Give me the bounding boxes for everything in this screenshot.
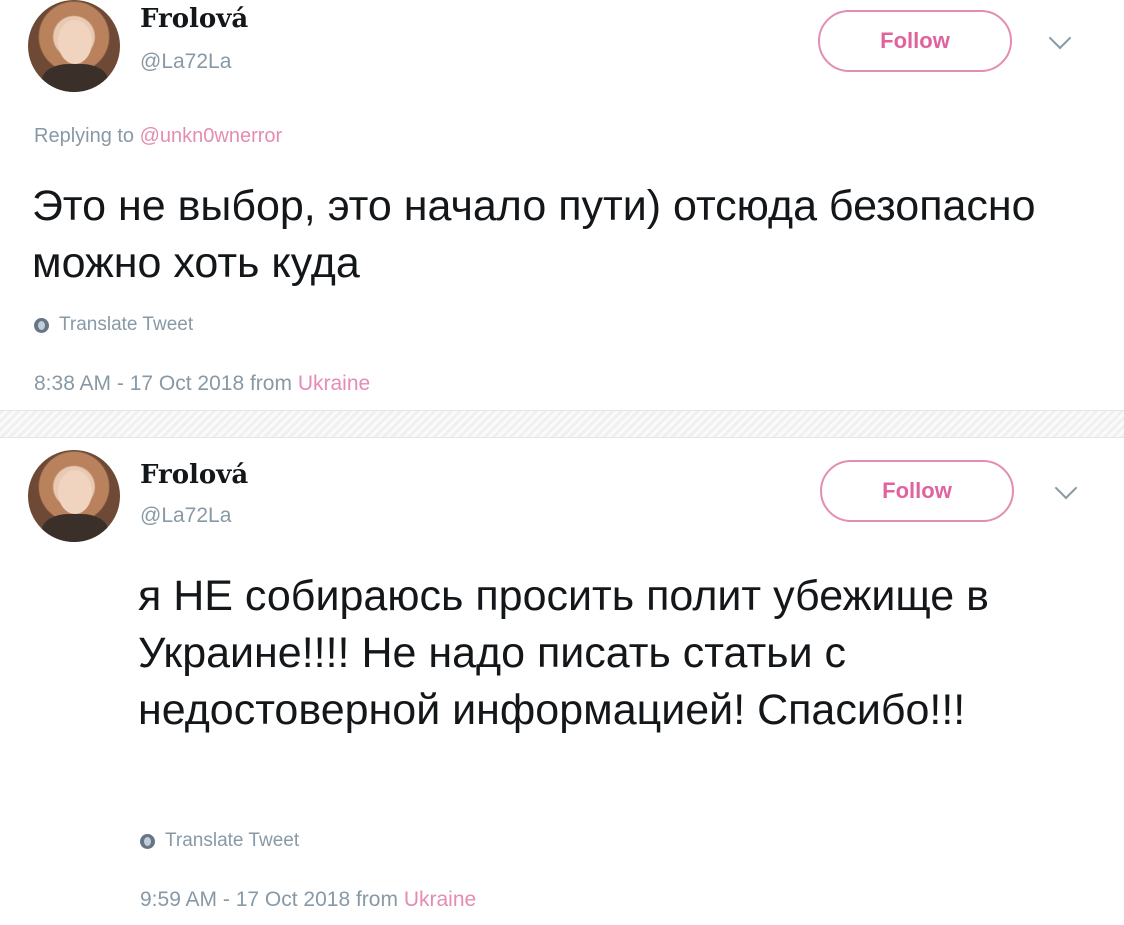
avatar[interactable] [28, 0, 120, 92]
follow-button[interactable]: Follow [820, 460, 1014, 522]
tweet-text: Это не выбор, это начало пути) отсюда бе… [32, 182, 1036, 287]
replying-to-line: Replying to @unkn0wnerror [34, 125, 282, 148]
tweet-2: Frolová @La72La Follow я НЕ собираюсь пр… [0, 438, 1124, 925]
author-name[interactable]: Frolová [140, 460, 248, 490]
tweet-1: Frolová @La72La Follow Replying to @unkn… [0, 0, 1124, 410]
author-handle[interactable]: @La72La [140, 504, 231, 528]
avatar-body [42, 64, 108, 92]
tweet-divider [0, 410, 1124, 438]
globe-icon [34, 317, 49, 333]
author-handle[interactable]: @La72La [140, 50, 231, 74]
follow-button[interactable]: Follow [818, 10, 1012, 72]
tweet-meta: 8:38 AM - 17 Oct 2018 from Ukraine [34, 372, 370, 396]
translate-label: Translate Tweet [59, 314, 194, 335]
avatar-body [42, 514, 108, 542]
translate-label: Translate Tweet [165, 830, 300, 851]
tweet-text: я НЕ собираюсь просить полит убежище в У… [138, 572, 990, 734]
timestamp[interactable]: 9:59 AM - 17 Oct 2018 from [140, 888, 398, 911]
chevron-down-icon[interactable] [1048, 26, 1072, 50]
location-link[interactable]: Ukraine [298, 372, 370, 395]
translate-tweet-button[interactable]: Translate Tweet [34, 314, 193, 336]
chevron-down-icon[interactable] [1054, 476, 1078, 500]
location-link[interactable]: Ukraine [404, 888, 476, 911]
globe-icon [140, 833, 155, 849]
author-name[interactable]: Frolová [140, 4, 248, 34]
avatar[interactable] [28, 450, 120, 542]
timestamp[interactable]: 8:38 AM - 17 Oct 2018 from [34, 372, 292, 395]
avatar-face [58, 470, 92, 514]
tweet-meta: 9:59 AM - 17 Oct 2018 from Ukraine [140, 888, 476, 912]
replying-prefix: Replying to [34, 125, 135, 147]
translate-tweet-button[interactable]: Translate Tweet [140, 830, 299, 852]
replying-mention-link[interactable]: @unkn0wnerror [140, 125, 283, 147]
avatar-face [58, 20, 92, 64]
